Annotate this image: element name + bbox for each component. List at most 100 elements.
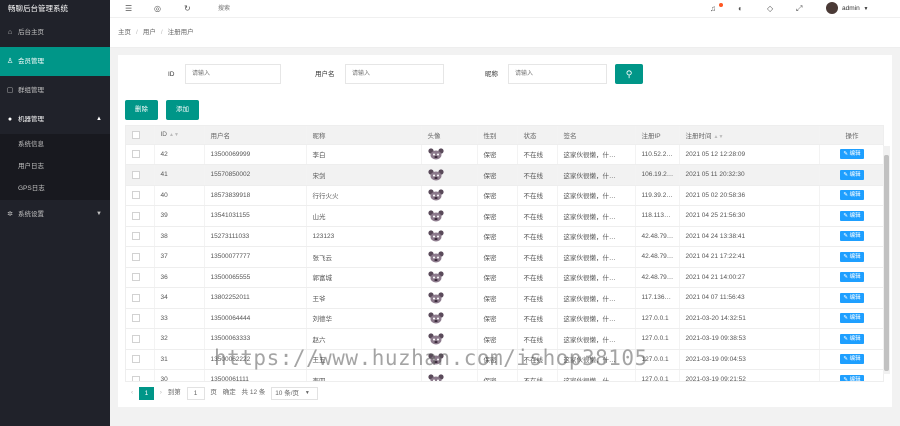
refresh-icon[interactable]: ↻: [184, 3, 191, 15]
edit-button[interactable]: ✎ 编辑: [840, 272, 864, 283]
caret-down-icon: ▼: [863, 6, 869, 12]
sidebar-item-robots[interactable]: ● 机器管理 ▲: [0, 105, 110, 134]
prev-page-icon[interactable]: ‹: [131, 386, 133, 400]
cell-username: 13541031155: [204, 205, 307, 227]
table-row[interactable]: 39 13541031155 山光 保密 不在线 这家伙很懒，什… 118.113… 2021…: [126, 205, 883, 227]
globe-icon[interactable]: ◎: [154, 3, 161, 15]
sidebar-subitem-system-info[interactable]: 系统信息: [0, 134, 110, 156]
row-select-cell[interactable]: [126, 349, 155, 370]
delete-button[interactable]: 删除: [125, 100, 158, 120]
sidebar-subitem-gps-log[interactable]: GPS日志: [0, 178, 110, 200]
breadcrumb-user[interactable]: 用户: [143, 29, 156, 36]
table-row[interactable]: 42 13500069999 李白 保密 不在线 这家伙很懒，什… 110.52.2… 202…: [126, 144, 883, 165]
row-checkbox[interactable]: [132, 232, 140, 241]
edit-button[interactable]: ✎ 编辑: [840, 292, 864, 303]
page-current[interactable]: 1: [138, 386, 154, 400]
edit-button[interactable]: ✎ 编辑: [840, 169, 864, 180]
edit-button[interactable]: ✎ 编辑: [840, 354, 864, 365]
row-select-cell[interactable]: [126, 164, 155, 186]
row-checkbox[interactable]: [132, 191, 140, 200]
select-all-checkbox[interactable]: [132, 130, 140, 139]
select-all-cell[interactable]: [126, 126, 155, 145]
table-row[interactable]: 34 13802252011 王爷 保密 不在线 这家伙很懒，什… 117.136… 2021…: [126, 287, 883, 309]
next-page-icon[interactable]: ›: [160, 386, 162, 400]
edit-button[interactable]: ✎ 编辑: [840, 149, 864, 160]
cell-id: 33: [154, 308, 205, 329]
sort-icon[interactable]: ▲▼: [169, 132, 179, 138]
user-menu[interactable]: admin ▼: [826, 2, 868, 16]
sidebar-item-home[interactable]: ⌂ 后台主页: [0, 18, 110, 47]
sidebar-item-settings[interactable]: ✲ 系统设置 ▼: [0, 200, 110, 229]
table-row[interactable]: 33 13500064444 刘德华 保密 不在线 这家伙很懒，什… 127.0.0.1 20…: [126, 308, 883, 329]
row-checkbox[interactable]: [132, 334, 140, 343]
table-scrollbar-thumb[interactable]: [884, 155, 889, 371]
cell-register-ip: 127.0.0.1: [635, 369, 680, 381]
row-select-cell[interactable]: [126, 144, 155, 165]
table-row[interactable]: 37 13500077777 张飞云 保密 不在线 这家伙很懒，什… 42.48.79… 20…: [126, 246, 883, 268]
edit-button[interactable]: ✎ 编辑: [840, 190, 864, 201]
edit-button[interactable]: ✎ 编辑: [840, 374, 864, 381]
row-select-cell[interactable]: [126, 267, 155, 288]
row-checkbox[interactable]: [132, 355, 140, 364]
row-checkbox[interactable]: [132, 314, 140, 323]
breadcrumb-current: 注册用户: [167, 29, 194, 36]
fullscreen-icon[interactable]: ⤢: [796, 3, 802, 15]
row-checkbox[interactable]: [132, 211, 140, 220]
cell-signature: 这家伙很懒，什…: [557, 369, 636, 381]
table-row[interactable]: 40 18573839918 行行火火 保密 不在线 这家伙很懒，什… 119.39.2… 2…: [126, 185, 883, 206]
menu-toggle-icon[interactable]: ☰: [125, 3, 132, 15]
sidebar-item-members[interactable]: ♙ 会员管理: [0, 47, 110, 76]
tag-icon[interactable]: ◇: [767, 3, 773, 15]
table-row[interactable]: 30 13500061111 李四 保密 不在线 这家伙很懒，什… 127.0.0.1 202…: [126, 369, 883, 381]
row-select-cell[interactable]: [126, 369, 155, 381]
sort-icon[interactable]: ▲▼: [714, 134, 724, 140]
username-filter-input[interactable]: [345, 64, 444, 84]
row-select-cell[interactable]: [126, 308, 155, 329]
nickname-filter-input[interactable]: [508, 64, 607, 84]
row-checkbox[interactable]: [132, 273, 140, 282]
row-select-cell[interactable]: [126, 328, 155, 350]
cell-id: 40: [154, 185, 205, 206]
edit-button[interactable]: ✎ 编辑: [840, 313, 864, 324]
row-checkbox[interactable]: [132, 375, 140, 381]
id-filter-input[interactable]: [185, 64, 281, 84]
row-checkbox[interactable]: [132, 293, 140, 302]
row-select-cell[interactable]: [126, 246, 155, 268]
table-row[interactable]: 38 15273111033 123123 保密 不在线 这家伙很懒，什… 42.48.79…: [126, 226, 883, 247]
sidebar-item-groups[interactable]: ▢ 群组管理: [0, 76, 110, 105]
row-checkbox[interactable]: [132, 170, 140, 179]
edit-button[interactable]: ✎ 编辑: [840, 210, 864, 221]
avatar-icon: [427, 210, 444, 222]
cell-nickname: 李四: [306, 369, 422, 381]
row-select-cell[interactable]: [126, 226, 155, 247]
avatar-icon: [427, 230, 444, 242]
theme-icon[interactable]: ◐: [738, 3, 743, 15]
column-header-register-time[interactable]: 注册时间 ▲▼: [679, 126, 820, 145]
row-select-cell[interactable]: [126, 287, 155, 309]
edit-button[interactable]: ✎ 编辑: [840, 231, 864, 242]
table-row[interactable]: 36 13500065555 郭富城 保密 不在线 这家伙很懒，什… 42.48.79… 20…: [126, 267, 883, 288]
confirm-button[interactable]: 确定: [223, 386, 236, 400]
row-checkbox[interactable]: [132, 150, 140, 159]
breadcrumb-home[interactable]: 主页: [118, 29, 131, 36]
add-button[interactable]: 添加: [166, 100, 199, 120]
search-button[interactable]: ⚲: [615, 64, 643, 84]
edit-icon: ✎: [843, 233, 849, 240]
page-jump-input[interactable]: 1: [186, 386, 205, 400]
row-select-cell[interactable]: [126, 205, 155, 227]
page-size-select[interactable]: 10 条/页 ▼: [271, 386, 318, 400]
table-row[interactable]: 41 15570850002 宋剑 保密 不在线 这家伙很懒，什… 106.19.2… 202…: [126, 164, 883, 186]
cell-username: 13500065555: [204, 267, 307, 288]
row-checkbox[interactable]: [132, 252, 140, 261]
column-header-username: 用户名: [204, 126, 307, 145]
row-select-cell[interactable]: [126, 185, 155, 206]
cell-status: 不在线: [517, 287, 558, 309]
edit-icon: ✎: [843, 151, 849, 158]
bell-icon[interactable]: ♫: [710, 3, 716, 15]
top-search-input[interactable]: [218, 3, 278, 15]
sidebar-subitem-user-log[interactable]: 用户日志: [0, 156, 110, 178]
cell-actions: ✎ 编辑: [819, 308, 883, 329]
edit-button[interactable]: ✎ 编辑: [840, 333, 864, 344]
edit-button[interactable]: ✎ 编辑: [840, 251, 864, 262]
column-header-id[interactable]: ID ▲▼: [154, 126, 205, 145]
